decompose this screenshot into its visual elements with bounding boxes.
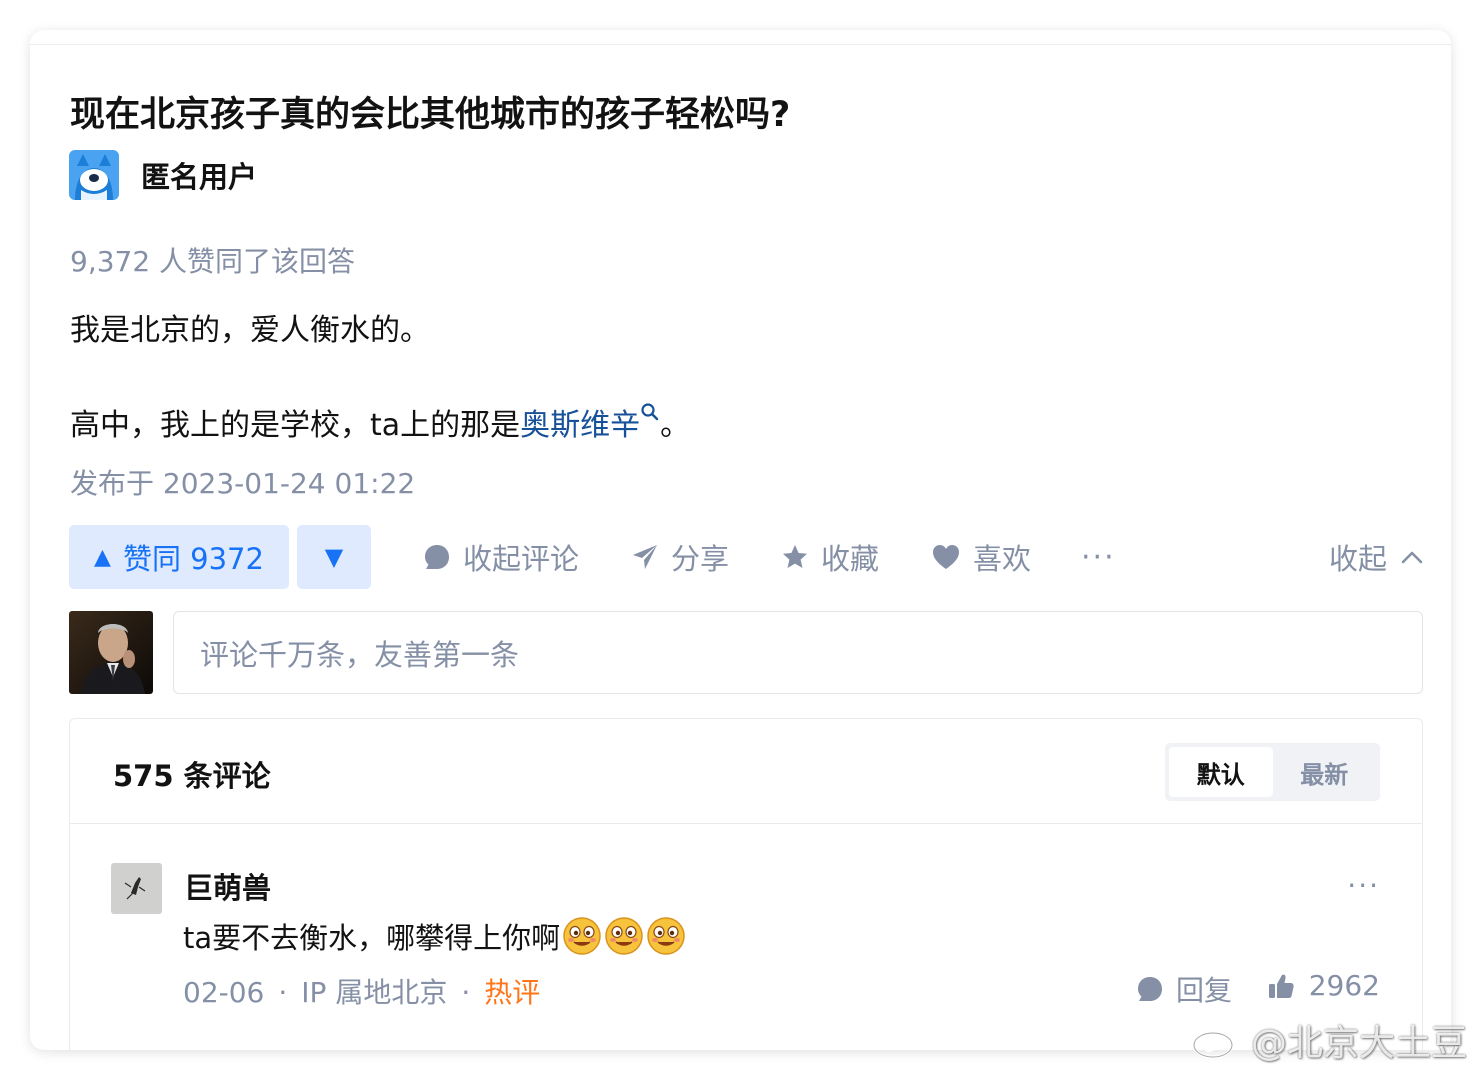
- thumbs-up-icon: [1268, 974, 1294, 998]
- comment-text: ta要不去衡水，哪攀得上你啊: [183, 915, 686, 957]
- share-button[interactable]: 分享: [631, 525, 729, 589]
- commenter-name[interactable]: 巨萌兽: [184, 865, 271, 907]
- triangle-up-icon: ▲: [94, 544, 111, 570]
- comment-bubble-icon: [1138, 977, 1162, 1001]
- paper-plane-icon: [633, 545, 657, 569]
- watermark-text: @北京大土豆: [1250, 1023, 1467, 1064]
- current-user-avatar[interactable]: [69, 611, 153, 694]
- comments-count: 575 条评论: [113, 759, 271, 793]
- drooling-face-emoji: [563, 917, 601, 955]
- comments-section: 575 条评论 默认 最新 巨萌兽 ··· ta要不去衡水，哪攀得上你啊 02-…: [69, 718, 1423, 1050]
- heart-icon: [933, 545, 959, 569]
- vote-up-button[interactable]: ▲ 赞同 9372: [69, 525, 289, 589]
- votes-summary: 9,372 人赞同了该回答: [70, 245, 356, 278]
- more-button[interactable]: ···: [1081, 525, 1116, 589]
- comment-bubble-icon: [425, 545, 449, 569]
- question-title[interactable]: 现在北京孩子真的会比其他城市的孩子轻松吗?: [70, 86, 790, 137]
- collapse-label: 收起: [1328, 542, 1387, 576]
- comment-composer: 评论千万条，友善第一条: [69, 611, 1423, 696]
- comment-date: 02-06: [183, 976, 265, 1009]
- answer-paragraph: 高中，我上的是学校，ta上的那是奥斯维辛。: [70, 400, 690, 444]
- like-label: 喜欢: [973, 542, 1032, 576]
- commenter-avatar[interactable]: [111, 863, 162, 914]
- drooling-face-emoji: [605, 917, 643, 955]
- share-label: 分享: [671, 542, 730, 576]
- comment-body: ta要不去衡水，哪攀得上你啊: [183, 921, 561, 955]
- author-info: 匿名用户: [69, 150, 257, 200]
- sort-latest-tab[interactable]: 最新: [1273, 747, 1377, 797]
- vote-down-button[interactable]: ▼: [297, 525, 371, 589]
- collapse-comments-label: 收起评论: [463, 542, 580, 576]
- vote-up-label: 赞同 9372: [122, 542, 264, 576]
- comment-meta: 02-06 · IP 属地北京 · 热评: [183, 971, 540, 1011]
- collapse-answer-button[interactable]: 收起: [1329, 525, 1423, 589]
- hot-comment-badge: 热评: [484, 976, 541, 1009]
- like-button[interactable]: 喜欢: [931, 525, 1031, 589]
- publish-time[interactable]: 发布于 2023-01-24 01:22: [70, 462, 415, 502]
- action-bar: ▲ 赞同 9372 ▼ 收起评论 分享 收藏 喜欢 ··· 收起: [69, 525, 1423, 589]
- favorite-button[interactable]: 收藏: [781, 525, 879, 589]
- comment-like-button[interactable]: 2962: [1267, 969, 1380, 1002]
- weibo-logo-icon: [1192, 1024, 1240, 1059]
- answer-text: 高中，我上的是学校，ta上的那是: [70, 408, 521, 443]
- chevron-up-icon: [1401, 551, 1423, 564]
- divider: [30, 44, 1451, 45]
- separator-dot: ·: [278, 976, 288, 1009]
- collapse-comments-button[interactable]: 收起评论: [423, 525, 579, 589]
- favorite-label: 收藏: [821, 542, 880, 576]
- answer-text: 。: [660, 408, 691, 443]
- comment-like-count: 2962: [1308, 969, 1380, 1002]
- reply-button[interactable]: 回复: [1136, 969, 1232, 1009]
- answer-paragraph: 我是北京的，爱人衡水的。: [70, 313, 430, 348]
- star-icon: [783, 545, 807, 568]
- search-link-label: 奥斯维辛: [520, 408, 641, 443]
- reply-label: 回复: [1176, 974, 1233, 1007]
- comment-more-button[interactable]: ···: [1347, 869, 1380, 902]
- weibo-watermark: @北京大土豆: [1191, 1014, 1467, 1066]
- answer-card: 现在北京孩子真的会比其他城市的孩子轻松吗? 匿名用户 9,372 人赞同了该回答…: [30, 30, 1451, 1050]
- comment-input[interactable]: 评论千万条，友善第一条: [173, 611, 1423, 694]
- author-avatar[interactable]: [69, 150, 119, 200]
- comment-sort-toggle: 默认 最新: [1165, 743, 1380, 801]
- search-icon: [641, 403, 659, 421]
- author-name[interactable]: 匿名用户: [141, 154, 257, 196]
- search-link[interactable]: 奥斯维辛: [520, 403, 660, 443]
- sort-default-tab[interactable]: 默认: [1169, 747, 1273, 797]
- comments-header: 575 条评论 默认 最新: [70, 719, 1422, 824]
- drooling-face-emoji: [647, 917, 685, 955]
- separator-dot: ·: [461, 976, 471, 1009]
- triangle-down-icon: ▼: [324, 543, 344, 571]
- comment-ip: IP 属地北京: [301, 976, 448, 1009]
